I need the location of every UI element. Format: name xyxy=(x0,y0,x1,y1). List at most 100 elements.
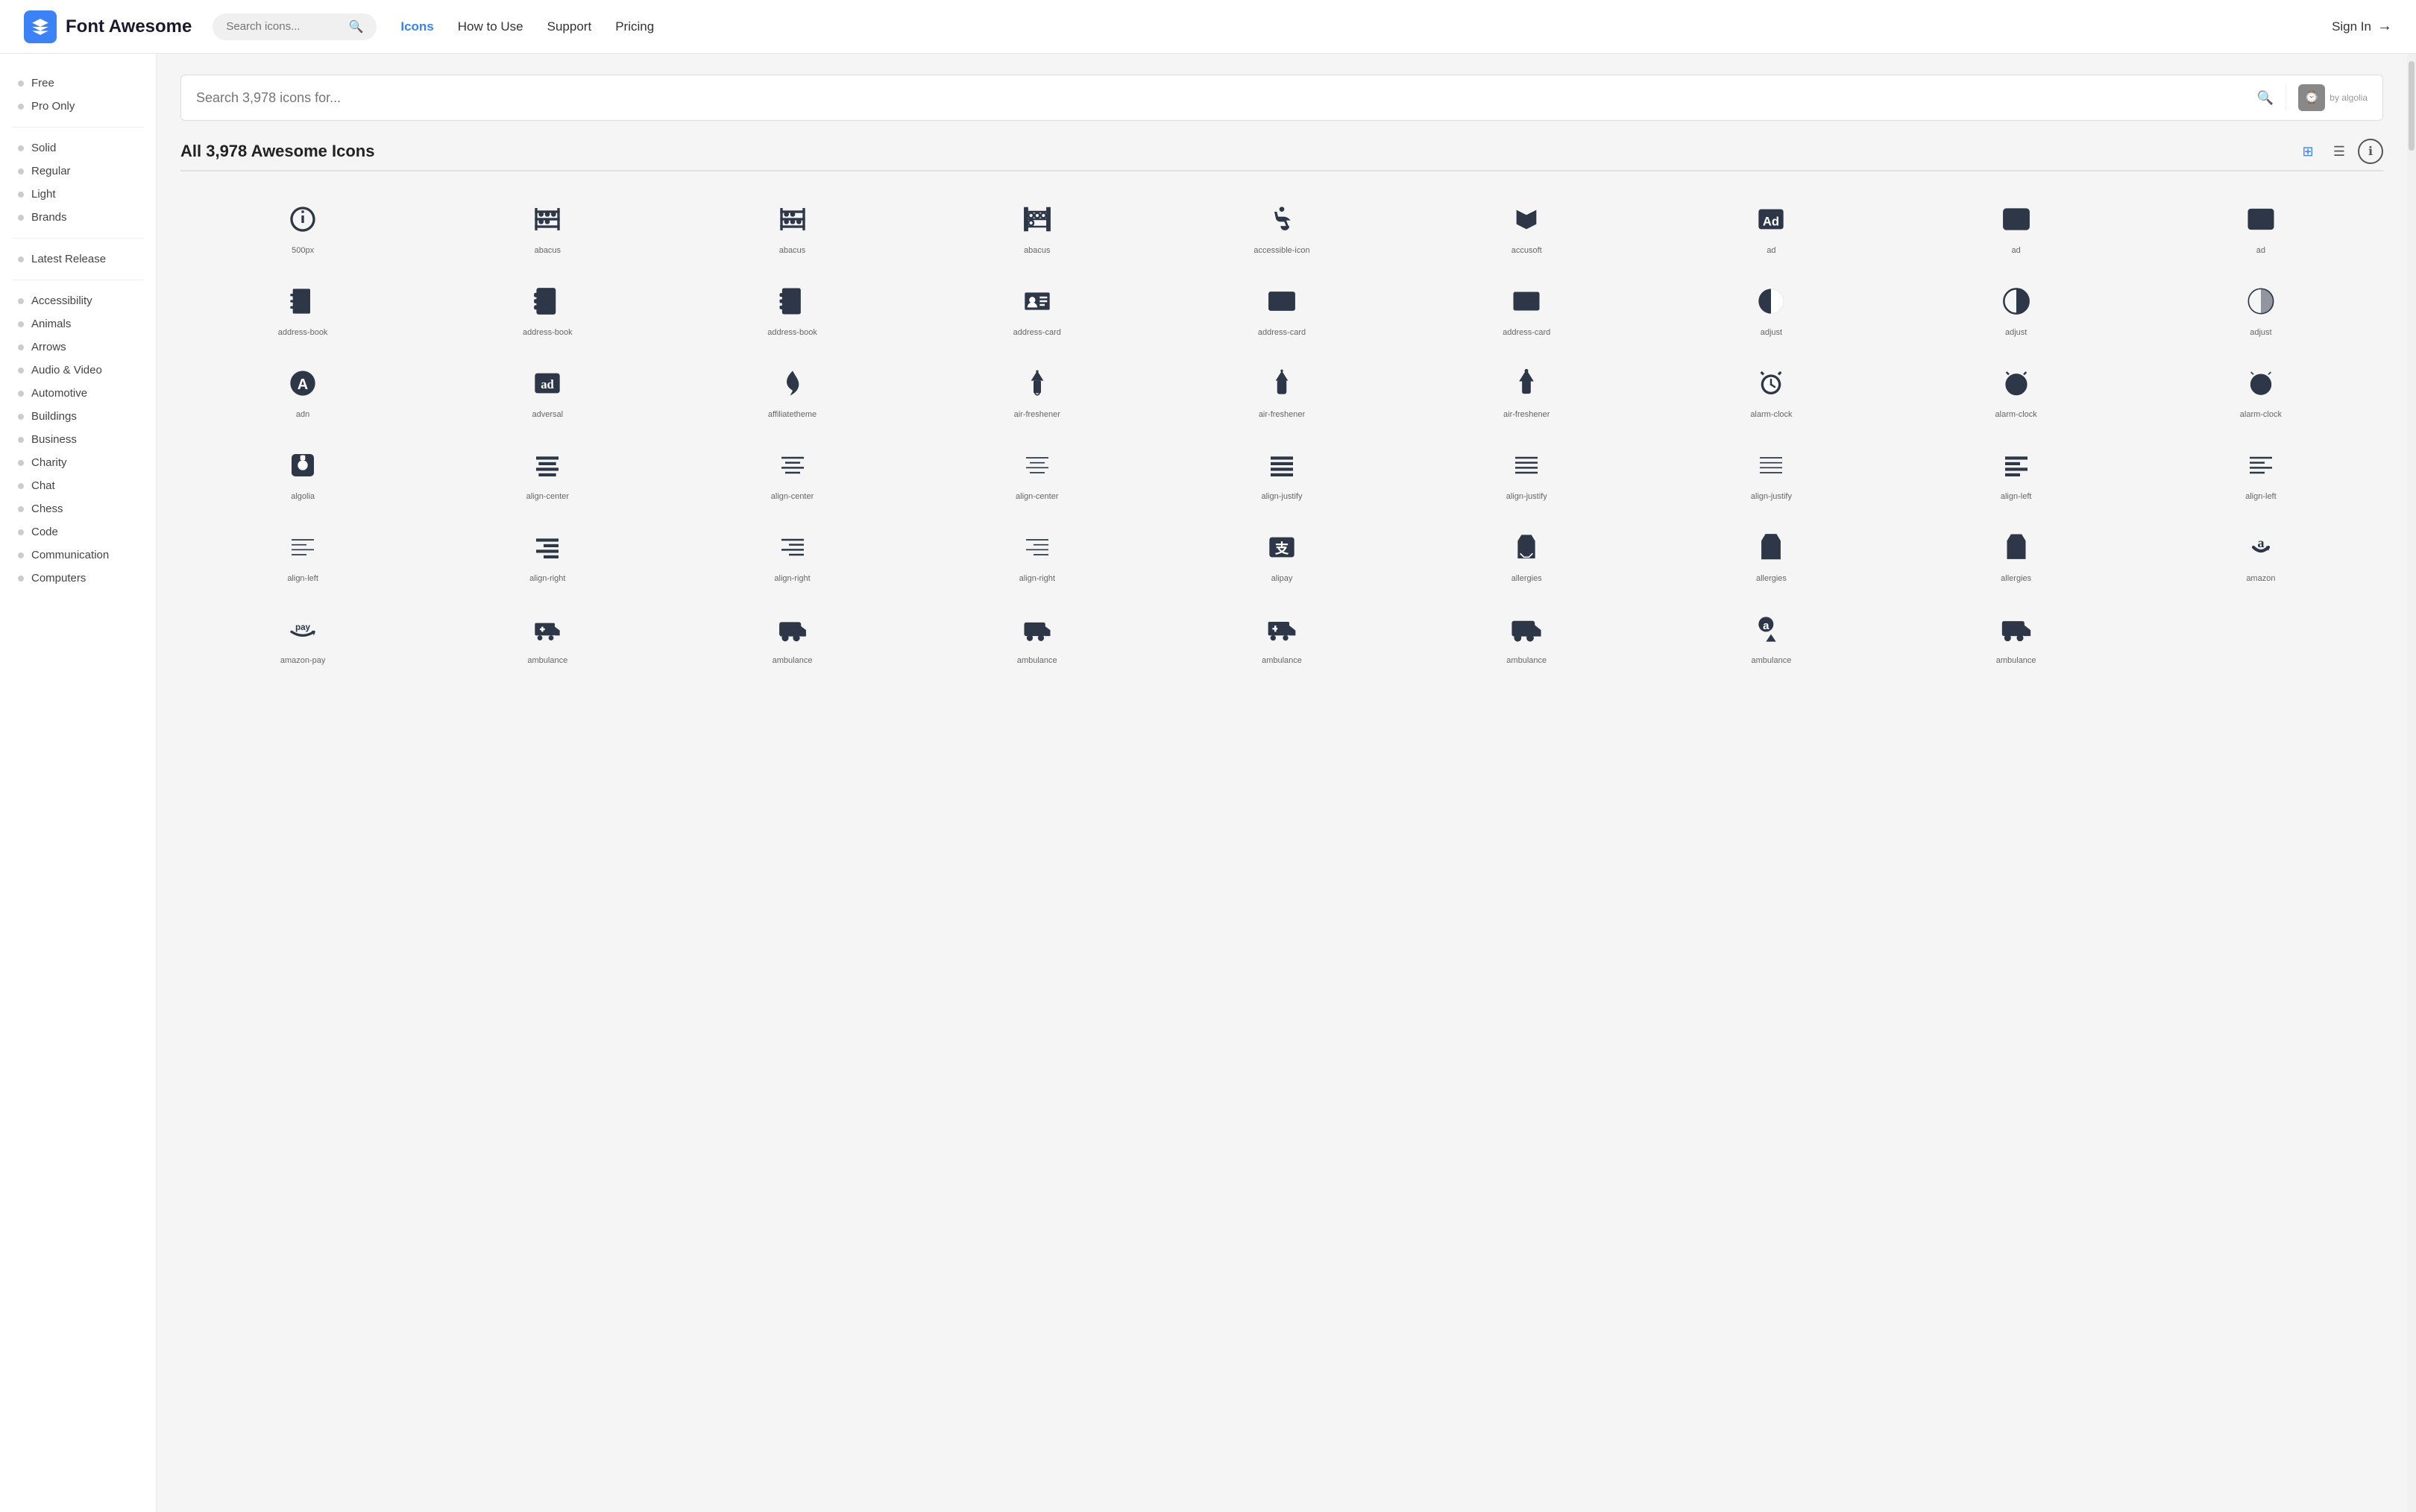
sign-in-button[interactable]: Sign In → xyxy=(2332,18,2392,35)
icon-ambulance-4[interactable]: ambulance xyxy=(1160,593,1404,675)
icon-adversal[interactable]: ad adversal xyxy=(425,347,670,429)
icon-ad-3[interactable]: Ad ad xyxy=(2139,183,2383,265)
icon-align-left-2[interactable]: align-left xyxy=(2139,429,2383,511)
grid-view-button[interactable]: ⊞ xyxy=(2295,139,2321,164)
icon-accusoft[interactable]: accusoft xyxy=(1404,183,1649,265)
sidebar-item-pro-only[interactable]: Pro Only xyxy=(0,95,156,118)
list-view-button[interactable]: ☰ xyxy=(2327,139,2352,164)
icon-abacus-1[interactable]: abacus xyxy=(425,183,670,265)
icon-address-card-1[interactable]: address-card xyxy=(915,265,1160,347)
sidebar-item-audio-video[interactable]: Audio & Video xyxy=(0,359,156,382)
icon-ambulance-7[interactable]: ambulance xyxy=(1894,593,2139,675)
sidebar-item-business[interactable]: Business xyxy=(0,428,156,451)
icon-align-center-3[interactable]: align-center xyxy=(915,429,1160,511)
sidebar-item-light[interactable]: Light xyxy=(0,183,156,206)
icon-label-amazon: amazon xyxy=(2246,574,2275,584)
icon-ambulance-6[interactable]: a ambulance xyxy=(1649,593,1893,675)
nav-icons[interactable]: Icons xyxy=(400,19,433,34)
info-button[interactable]: ℹ xyxy=(2358,139,2383,164)
sidebar-item-accessibility[interactable]: Accessibility xyxy=(0,289,156,312)
icons-grid: 500px abacus abacus abacus xyxy=(180,183,2383,675)
icon-ad-2[interactable]: Ad ad xyxy=(1894,183,2139,265)
sidebar-dot-animals xyxy=(18,321,24,327)
icon-glyph-ambulance-2 xyxy=(772,608,814,650)
sidebar-item-automotive[interactable]: Automotive xyxy=(0,382,156,405)
icon-adjust-2[interactable]: adjust xyxy=(1894,265,2139,347)
icon-alarm-clock-2[interactable]: alarm-clock xyxy=(1894,347,2139,429)
icon-align-justify-3[interactable]: align-justify xyxy=(1649,429,1893,511)
sidebar-item-charity[interactable]: Charity xyxy=(0,451,156,474)
icon-label-allergies-1: allergies xyxy=(1511,574,1542,584)
icon-address-book-1[interactable]: address-book xyxy=(180,265,425,347)
scrollbar-track[interactable] xyxy=(2407,54,2416,1512)
icon-adn[interactable]: A adn xyxy=(180,347,425,429)
icon-address-book-2[interactable]: address-book xyxy=(425,265,670,347)
icon-label-adjust-2: adjust xyxy=(2005,328,2027,338)
icon-allergies-2[interactable]: allergies xyxy=(1649,511,1893,593)
icon-air-freshener-3[interactable]: air-freshener xyxy=(1404,347,1649,429)
icon-algolia[interactable]: algolia xyxy=(180,429,425,511)
sidebar-item-latest[interactable]: Latest Release xyxy=(0,248,156,271)
icon-abacus-3[interactable]: abacus xyxy=(915,183,1160,265)
sidebar-item-brands[interactable]: Brands xyxy=(0,206,156,229)
sidebar-item-free[interactable]: Free xyxy=(0,72,156,95)
icon-glyph-amazon: a xyxy=(2240,526,2282,568)
sidebar-item-animals[interactable]: Animals xyxy=(0,312,156,336)
sidebar-item-arrows[interactable]: Arrows xyxy=(0,336,156,359)
sidebar-item-communication[interactable]: Communication xyxy=(0,544,156,567)
icon-ambulance-5[interactable]: ambulance xyxy=(1404,593,1649,675)
icon-label-align-left-3: align-left xyxy=(287,574,318,584)
icon-align-right-1[interactable]: align-right xyxy=(425,511,670,593)
icon-align-right-2[interactable]: align-right xyxy=(670,511,914,593)
icon-align-justify-1[interactable]: align-justify xyxy=(1160,429,1404,511)
icon-label-ambulance-1: ambulance xyxy=(527,656,567,666)
icon-air-freshener-2[interactable]: air-freshener xyxy=(1160,347,1404,429)
icon-alarm-clock-1[interactable]: alarm-clock xyxy=(1649,347,1893,429)
icon-align-center-1[interactable]: align-center xyxy=(425,429,670,511)
nav-support[interactable]: Support xyxy=(547,19,592,34)
icon-accessible-icon[interactable]: accessible-icon xyxy=(1160,183,1404,265)
icon-address-card-2[interactable]: address-card xyxy=(1160,265,1404,347)
sidebar-dot-pro xyxy=(18,104,24,110)
scrollbar-thumb[interactable] xyxy=(2409,61,2415,151)
sidebar-item-chess[interactable]: Chess xyxy=(0,497,156,520)
sidebar-item-code[interactable]: Code xyxy=(0,520,156,544)
sidebar-label-latest: Latest Release xyxy=(31,253,106,265)
icon-align-left-3[interactable]: align-left xyxy=(180,511,425,593)
icon-ambulance-2[interactable]: ambulance xyxy=(670,593,914,675)
icon-adjust-3[interactable]: adjust xyxy=(2139,265,2383,347)
icon-alarm-clock-3[interactable]: alarm-clock xyxy=(2139,347,2383,429)
icon-address-card-3[interactable]: address-card xyxy=(1404,265,1649,347)
icon-air-freshener-1[interactable]: air-freshener xyxy=(915,347,1160,429)
sidebar-item-buildings[interactable]: Buildings xyxy=(0,405,156,428)
nav-pricing[interactable]: Pricing xyxy=(615,19,654,34)
icon-500px[interactable]: 500px xyxy=(180,183,425,265)
icon-ad-1[interactable]: Ad ad xyxy=(1649,183,1893,265)
sidebar-item-computers[interactable]: Computers xyxy=(0,567,156,590)
icon-abacus-2[interactable]: abacus xyxy=(670,183,914,265)
icon-amazon-pay[interactable]: pay amazon-pay xyxy=(180,593,425,675)
icon-ambulance-3[interactable]: ambulance xyxy=(915,593,1160,675)
icon-amazon[interactable]: a amazon xyxy=(2139,511,2383,593)
icon-label-adjust-1: adjust xyxy=(1761,328,1782,338)
icon-search-input[interactable] xyxy=(196,90,2257,106)
icon-affiliatetheme[interactable]: affiliatetheme xyxy=(670,347,914,429)
icon-allergies-1[interactable]: allergies xyxy=(1404,511,1649,593)
icon-align-center-2[interactable]: align-center xyxy=(670,429,914,511)
icon-allergies-3[interactable]: allergies xyxy=(1894,511,2139,593)
sidebar-item-regular[interactable]: Regular xyxy=(0,160,156,183)
header-search-input[interactable] xyxy=(226,20,342,33)
icon-align-left-1[interactable]: align-left xyxy=(1894,429,2139,511)
icon-label-adjust-3: adjust xyxy=(2250,328,2271,338)
icon-adjust-1[interactable]: adjust xyxy=(1649,265,1893,347)
nav-how-to-use[interactable]: How to Use xyxy=(458,19,523,34)
icon-glyph-align-justify-2 xyxy=(1506,444,1547,486)
icon-ambulance-1[interactable]: ambulance xyxy=(425,593,670,675)
icon-align-right-3[interactable]: align-right xyxy=(915,511,1160,593)
icon-address-book-3[interactable]: address-book xyxy=(670,265,914,347)
sidebar-item-solid[interactable]: Solid xyxy=(0,136,156,160)
sidebar-item-chat[interactable]: Chat xyxy=(0,474,156,497)
icon-align-justify-2[interactable]: align-justify xyxy=(1404,429,1649,511)
icon-alipay[interactable]: 支 alipay xyxy=(1160,511,1404,593)
header-search-bar[interactable]: 🔍 xyxy=(213,13,377,40)
